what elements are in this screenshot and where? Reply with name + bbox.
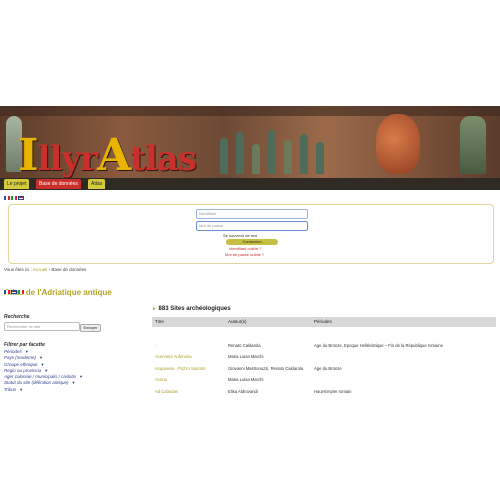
site-author: Maria Luisa Marchi (228, 354, 264, 359)
username-input[interactable]: Identifiant (196, 209, 308, 219)
nav-tab-atlas[interactable]: Atlas (88, 179, 106, 189)
site-author: Renato Caldarola (228, 343, 261, 348)
breadcrumb: Vous êtes ici : Accueil › Base de donnée… (4, 267, 87, 272)
facet-list: Périodes ▼ Pays (moderne) ▼ Groupe ethniqu… (4, 349, 83, 393)
site-author: Maria Luisa Marchi (228, 377, 264, 382)
triangle-down-icon[interactable]: ▼ (39, 355, 43, 360)
site-title-link[interactable]: Acervaria Aufenoria (155, 353, 192, 361)
triangle-down-icon[interactable]: ▼ (79, 374, 83, 379)
table-row: Acervaria Aufenoria Maria Luisa Marchi (152, 353, 496, 361)
login-box: Identifiant Mot de passe Se souvenir de … (8, 204, 494, 264)
flag-fr-icon[interactable] (4, 195, 10, 200)
language-switcher (4, 195, 25, 201)
content-language-switcher (4, 289, 494, 295)
bullet-arrow-icon: ▸ (153, 306, 156, 312)
search-input[interactable]: Rechercher ce site (4, 322, 80, 331)
site-author: Giovanni Mastronuzzi, Renato Caldarola (228, 366, 304, 371)
search-button[interactable]: Envoyer (80, 324, 101, 332)
flag-en-icon[interactable] (11, 289, 17, 294)
filter-heading: Filtrer par facette (4, 342, 45, 348)
breadcrumb-current: Base de données (51, 267, 87, 272)
site-title-link[interactable]: Ad Calardas (155, 388, 178, 396)
password-input[interactable]: Mot de passe (196, 221, 308, 231)
banner-frieze (0, 106, 500, 116)
table-row: Acona Maria Luisa Marchi (152, 376, 496, 384)
main-navbar: Le projet Base de données Atlas (0, 178, 500, 190)
triangle-down-icon[interactable]: ▼ (25, 349, 29, 354)
facet-item[interactable]: Tribus ▼ (4, 387, 83, 393)
triangle-down-icon[interactable]: ▼ (41, 362, 45, 367)
flag-it-icon[interactable] (18, 289, 24, 294)
remember-me-checkbox[interactable]: Se souvenir de moi (223, 233, 257, 238)
site-title-link[interactable]: Acona (155, 376, 167, 384)
flag-fr-icon[interactable] (4, 289, 10, 294)
search-heading: Recherche (4, 314, 30, 320)
nav-tab-projet[interactable]: Le projet (4, 179, 30, 189)
bronze-figurines-image (220, 124, 330, 174)
header-banner: IllyrAtlas (0, 106, 500, 178)
breadcrumb-home-link[interactable]: Accueil (33, 267, 48, 272)
bearded-head-relief-image (376, 114, 420, 174)
triangle-down-icon[interactable]: ▼ (19, 387, 23, 392)
forgot-password-link[interactable]: Mot de passe oublié ? (225, 252, 264, 257)
site-title-link[interactable]: - (155, 342, 156, 350)
table-row: Acquaviva - Pozzo Sacrato Giovanni Mastr… (152, 365, 496, 373)
table-row: Ad Calardas Elisa Aldrovandi Haut-Empire… (152, 388, 496, 396)
results-heading: ▸ 883 Sites archéologiques (153, 306, 231, 312)
login-button[interactable]: Connexion (226, 239, 278, 245)
column-title[interactable]: Titre (155, 317, 164, 327)
site-title-link[interactable]: Acquaviva - Pozzo Sacrato (155, 365, 205, 373)
results-table-header: Titre Auteur(s) Périodes (152, 317, 496, 327)
flag-en-icon[interactable] (18, 195, 24, 200)
table-row: - Renato Caldarola Age du Bronze, Epoque… (152, 342, 496, 350)
column-periods[interactable]: Périodes (314, 317, 332, 327)
site-logo[interactable]: IllyrAtlas (18, 130, 197, 178)
site-periods: Haut-Empire romain (314, 389, 352, 394)
triangle-down-icon[interactable]: ▼ (44, 368, 48, 373)
flag-it-icon[interactable] (11, 195, 17, 200)
warrior-statue-image (460, 116, 486, 174)
site-author: Elisa Aldrovandi (228, 389, 258, 394)
column-author[interactable]: Auteur(s) (228, 317, 247, 327)
site-periods: Age du Bronze (314, 366, 342, 371)
site-periods: Age du Bronze, Epoque Hellénistique – Fi… (314, 343, 443, 348)
triangle-down-icon[interactable]: ▼ (72, 380, 76, 385)
forgot-username-link[interactable]: Identifiant oublié ? (229, 246, 261, 251)
nav-tab-database[interactable]: Base de données (36, 179, 81, 189)
